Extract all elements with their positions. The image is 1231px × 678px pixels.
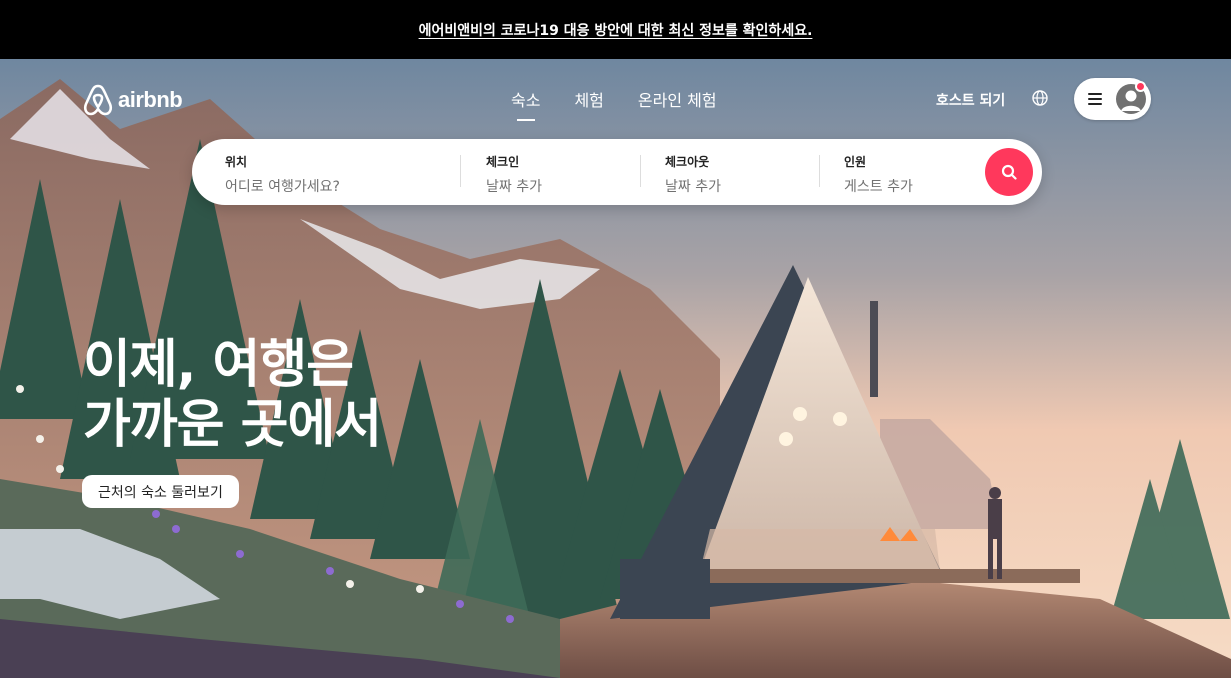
checkin-label: 체크인 (486, 155, 520, 169)
airbnb-logo-icon (83, 84, 113, 116)
tab-experiences[interactable]: 체험 (574, 87, 603, 121)
explore-nearby-button[interactable]: 근처의 숙소 둘러보기 (82, 475, 239, 508)
airbnb-logo[interactable]: airbnb (82, 83, 183, 117)
checkout-field[interactable]: 체크아웃 날짜 추가 (665, 139, 815, 205)
search-divider (640, 155, 641, 187)
search-divider (460, 155, 461, 187)
headline-line-2: 가까운 곳에서 (83, 395, 382, 455)
checkin-field[interactable]: 체크인 날짜 추가 (486, 139, 636, 205)
search-bar: 위치 어디로 여행가세요? 체크인 날짜 추가 체크아웃 날짜 추가 인원 게스… (192, 139, 1042, 205)
logo-text: airbnb (118, 87, 183, 112)
tab-online-experiences[interactable]: 온라인 체험 (638, 87, 717, 121)
guests-field[interactable]: 인원 게스트 추가 (844, 139, 974, 205)
hero-headline: 이제, 여행은 가까운 곳에서 (83, 335, 382, 455)
covid-banner: 에어비앤비의 코로나19 대응 방안에 대한 최신 정보를 확인하세요. (0, 0, 1231, 59)
headline-line-1: 이제, 여행은 (83, 335, 354, 395)
location-field[interactable]: 위치 어디로 여행가세요? (225, 139, 455, 205)
location-input[interactable]: 어디로 여행가세요? (225, 176, 455, 196)
search-divider (819, 155, 820, 187)
location-label: 위치 (225, 155, 248, 169)
checkout-label: 체크아웃 (665, 155, 710, 169)
checkin-input[interactable]: 날짜 추가 (486, 176, 636, 196)
tab-stays[interactable]: 숙소 (511, 87, 540, 121)
guests-label: 인원 (844, 155, 867, 169)
hero-section: airbnb 숙소 체험 온라인 체험 호스트 되기 위치 어디로 여행가세요?… (0, 59, 1231, 678)
hamburger-menu-icon (1088, 93, 1102, 105)
covid-info-link[interactable]: 에어비앤비의 코로나19 대응 방안에 대한 최신 정보를 확인하세요. (419, 20, 813, 40)
guests-input[interactable]: 게스트 추가 (844, 176, 974, 196)
notification-badge (1135, 81, 1146, 92)
main-nav: 숙소 체험 온라인 체험 (511, 87, 717, 121)
globe-icon[interactable] (1031, 89, 1049, 107)
search-button[interactable] (985, 148, 1033, 196)
become-host-link[interactable]: 호스트 되기 (936, 90, 1005, 110)
search-icon (1001, 164, 1017, 180)
checkout-input[interactable]: 날짜 추가 (665, 176, 815, 196)
